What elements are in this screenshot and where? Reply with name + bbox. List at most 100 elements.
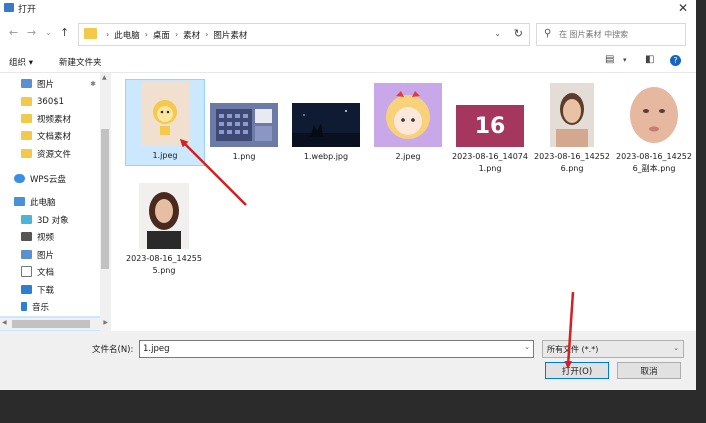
sidebar-item-label: WPS云盘: [30, 174, 66, 185]
search-box: ⚲: [536, 23, 686, 46]
folder-icon: [84, 28, 97, 39]
pictures-icon: [21, 250, 32, 259]
sidebar-vertical-scrollbar[interactable]: ▲ ▼: [100, 73, 110, 331]
sidebar-item-document-materials[interactable]: 文档素材: [0, 127, 100, 144]
sidebar-item-videos[interactable]: 视频: [0, 228, 100, 245]
sidebar-item-pictures-pinned[interactable]: 图片 ✱: [0, 75, 100, 92]
filetype-select[interactable]: 所有文件 (*.*) ⌄: [542, 340, 684, 358]
window-title: 打开: [18, 5, 37, 15]
file-name: 1.png: [232, 152, 256, 161]
sidebar-item-label: 图片: [37, 79, 55, 90]
file-item-1-jpeg[interactable]: 1.jpeg: [125, 79, 205, 166]
up-arrow-icon[interactable]: ↑: [60, 26, 69, 39]
scroll-up-icon[interactable]: ▲: [102, 74, 107, 81]
breadcrumb-item-image-materials[interactable]: 图片素材: [213, 29, 247, 41]
address-row: ← → ⌄ ↑ › 此电脑 › 桌面 › 素材 › 图片素材 ⌄ ↻ ⚲: [0, 17, 696, 50]
file-list: 1.jpeg 1.png 1.webp.jpg 2.jpeg 16 2023-0…: [111, 73, 696, 331]
scrollbar-thumb[interactable]: [12, 320, 90, 328]
computer-icon: [14, 197, 25, 206]
sidebar-item-video-materials[interactable]: 视频素材: [0, 110, 100, 127]
breadcrumb-item-this-pc[interactable]: 此电脑: [114, 29, 140, 41]
folder-icon: [21, 131, 32, 140]
sidebar-item-resource-files[interactable]: 资源文件: [0, 145, 100, 162]
folder-icon: [21, 114, 32, 123]
thumbnail-portrait-woman-copy: [622, 83, 686, 147]
refresh-icon[interactable]: ↻: [514, 27, 523, 40]
file-name: 2023-08-16_140741.png: [452, 152, 528, 173]
file-item-2023-08-16-142526-png[interactable]: 2023-08-16_142526.png: [533, 79, 611, 175]
filename-input[interactable]: [143, 342, 513, 355]
sidebar-item-label: 视频: [37, 232, 55, 243]
sidebar-item-music[interactable]: 音乐: [0, 298, 100, 315]
filename-label: 文件名(N):: [92, 345, 134, 355]
sidebar-item-pictures[interactable]: 图片: [0, 246, 100, 263]
thumbnail-night-tree: [292, 103, 360, 147]
new-folder-button[interactable]: 新建文件夹: [59, 56, 102, 68]
open-button[interactable]: 打开(O): [545, 362, 609, 379]
sidebar-item-label: 360$1: [37, 96, 65, 107]
thumbnail-cartoon-lion: [141, 82, 189, 146]
file-item-1-webp-jpg[interactable]: 1.webp.jpg: [287, 79, 365, 163]
address-bar[interactable]: › 此电脑 › 桌面 › 素材 › 图片素材 ⌄ ↻: [78, 23, 530, 46]
download-icon: [21, 285, 32, 294]
cloud-icon: [14, 174, 25, 183]
chevron-right-icon: ›: [174, 30, 179, 39]
dialog-footer: 文件名(N): ⌄ 所有文件 (*.*) ⌄ 打开(O) 取消: [0, 331, 696, 390]
breadcrumb-item-materials[interactable]: 素材: [183, 29, 200, 41]
close-icon[interactable]: ✕: [678, 0, 688, 17]
file-name: 2023-08-16_142526_副本.png: [616, 152, 692, 173]
sidebar-horizontal-scrollbar[interactable]: ◀ ▶: [0, 318, 110, 330]
sidebar-item-label: 资源文件: [37, 149, 72, 160]
document-icon: [21, 266, 32, 277]
open-file-dialog: 打开 ✕ ← → ⌄ ↑ › 此电脑 › 桌面 › 素材 › 图片素材 ⌄ ↻ …: [0, 0, 696, 390]
file-name: 1.jpeg: [152, 151, 178, 160]
breadcrumb-item-desktop[interactable]: 桌面: [153, 29, 170, 41]
search-input[interactable]: [559, 27, 679, 41]
title-bar: 打开 ✕: [0, 0, 696, 17]
pin-icon: ✱: [90, 79, 96, 88]
sidebar-item-label: 3D 对象: [37, 215, 69, 226]
filetype-value: 所有文件 (*.*): [547, 345, 599, 354]
sidebar-item-3d-objects[interactable]: 3D 对象: [0, 211, 100, 228]
toolbar: 组织 ▾ 新建文件夹 ▤ ▾ ◧ ?: [0, 50, 696, 73]
pictures-icon: [21, 79, 32, 88]
thumbnail-calendar-app: [210, 103, 278, 147]
cube-icon: [21, 215, 32, 224]
scroll-left-icon[interactable]: ◀: [2, 319, 7, 326]
file-name: 1.webp.jpg: [303, 152, 349, 161]
sidebar-item-label: 图片: [37, 250, 55, 261]
scroll-right-icon[interactable]: ▶: [103, 319, 108, 326]
music-icon: [21, 302, 27, 311]
organize-button[interactable]: 组织 ▾: [9, 56, 33, 68]
file-item-2023-08-16-142555-png[interactable]: 2023-08-16_142555.png: [125, 179, 203, 277]
file-item-2023-08-16-140741-png[interactable]: 16 2023-08-16_140741.png: [451, 79, 529, 175]
sidebar-item-label: 文档: [37, 267, 55, 278]
file-item-2023-08-16-142526-copy-png[interactable]: 2023-08-16_142526_副本.png: [615, 79, 693, 175]
file-item-1-png[interactable]: 1.png: [205, 79, 283, 163]
sidebar-item-360[interactable]: 360$1: [0, 93, 100, 110]
sidebar-item-label: 文档素材: [37, 131, 72, 142]
chevron-down-icon[interactable]: ▾: [623, 56, 627, 64]
forward-arrow-icon[interactable]: →: [27, 26, 36, 39]
help-icon[interactable]: ?: [670, 55, 681, 66]
chevron-down-icon: ⌄: [673, 344, 679, 352]
calendar-day-text: 16: [474, 113, 506, 139]
sidebar-item-documents[interactable]: 文档: [0, 263, 100, 280]
thumbnail-calendar-16: 16: [456, 105, 524, 147]
sidebar-item-this-pc[interactable]: 此电脑: [0, 193, 100, 210]
sidebar-item-downloads[interactable]: 下载: [0, 281, 100, 298]
scrollbar-thumb[interactable]: [101, 129, 109, 269]
recent-dropdown-icon[interactable]: ⌄: [45, 28, 52, 37]
file-name: 2023-08-16_142526.png: [534, 152, 610, 173]
chevron-down-icon[interactable]: ⌄: [524, 343, 530, 351]
chevron-right-icon: ›: [144, 30, 148, 39]
file-item-2-jpeg[interactable]: 2.jpeg: [369, 79, 447, 163]
folder-icon: [21, 149, 32, 158]
cancel-button[interactable]: 取消: [617, 362, 681, 379]
sidebar-item-label: 音乐: [32, 302, 50, 313]
view-options-icon[interactable]: ▤: [605, 54, 614, 65]
sidebar-item-wps-cloud[interactable]: WPS云盘: [0, 170, 100, 187]
chevron-down-icon[interactable]: ⌄: [494, 29, 501, 38]
back-arrow-icon[interactable]: ←: [9, 26, 18, 39]
preview-pane-icon[interactable]: ◧: [645, 54, 654, 65]
